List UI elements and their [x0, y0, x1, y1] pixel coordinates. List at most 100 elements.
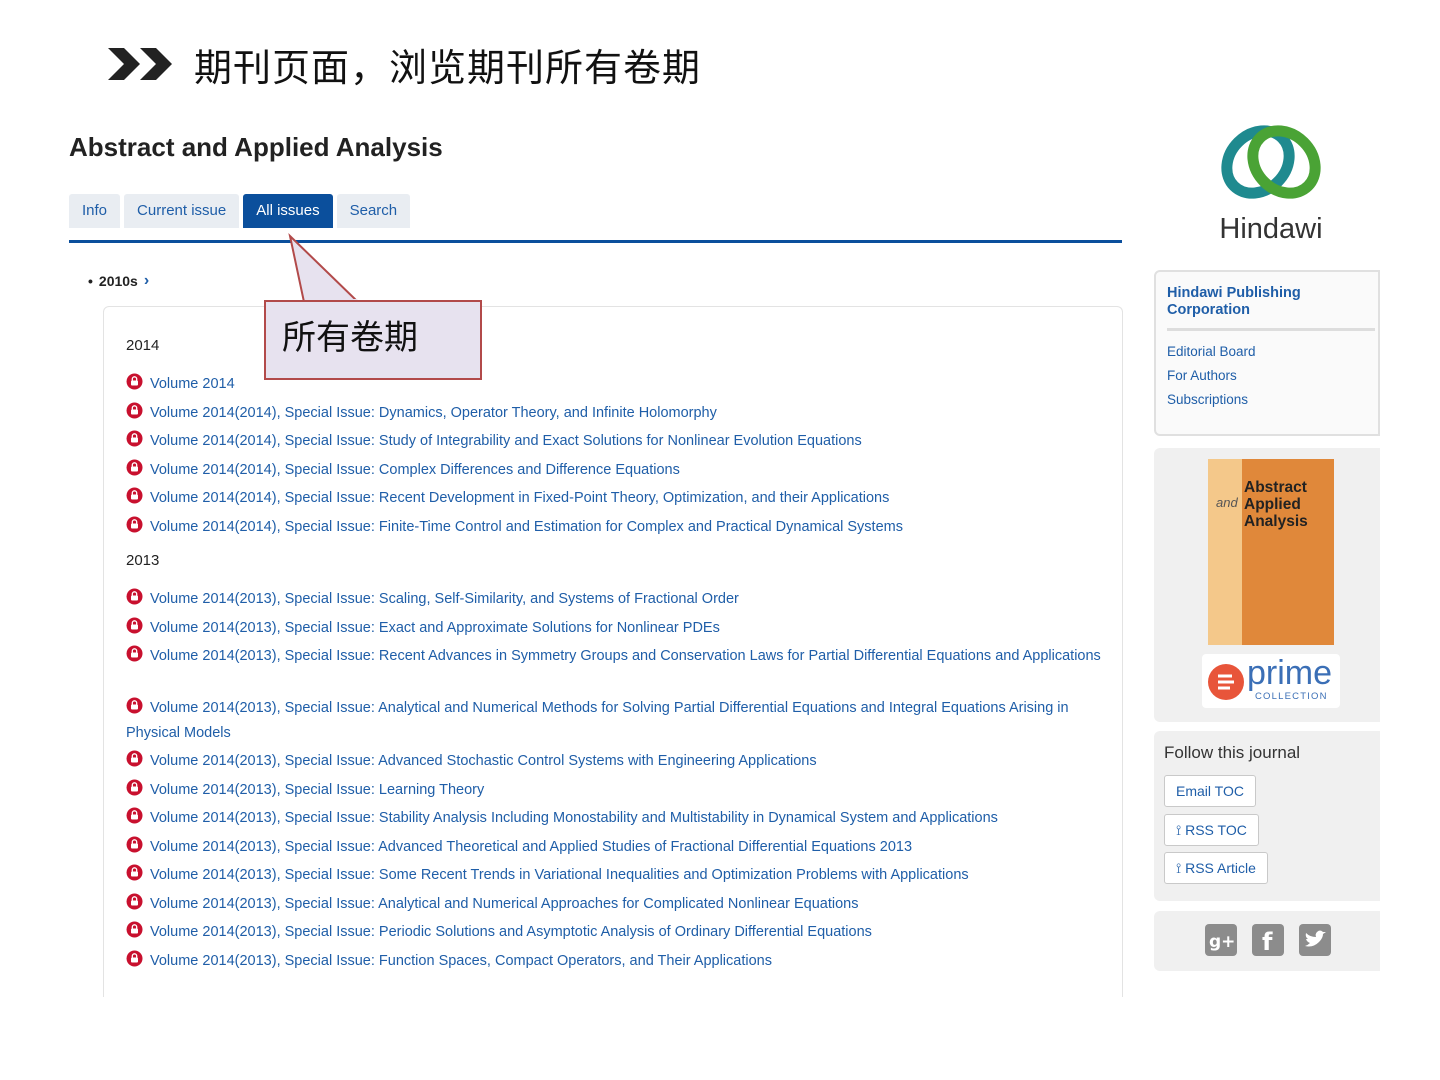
journal-cover-box: and Abstract Applied Analysis prime COLL…	[1154, 448, 1380, 722]
cover-and: and	[1216, 495, 1238, 510]
volume-link[interactable]: Volume 2014	[150, 376, 235, 392]
lock-icon	[126, 588, 143, 605]
tab-search[interactable]: Search	[336, 194, 411, 228]
social-box: g+ f	[1154, 911, 1380, 971]
twitter-icon[interactable]	[1299, 924, 1331, 956]
volume-link[interactable]: Volume 2014(2014), Special Issue: Recent…	[150, 490, 889, 506]
rss-icon: ⟟	[1176, 860, 1186, 876]
facebook-icon[interactable]: f	[1252, 924, 1284, 956]
volume-link[interactable]: Volume 2014(2013), Special Issue: Exact …	[150, 620, 720, 636]
hindawi-wordmark: Hindawi	[1219, 213, 1323, 245]
volume-link[interactable]: Volume 2014(2013), Special Issue: Advanc…	[150, 839, 912, 855]
lock-icon	[126, 645, 143, 662]
lock-icon	[126, 807, 143, 824]
hindawi-logo-icon	[1221, 125, 1321, 199]
volume-list-item: Volume 2014(2014), Special Issue: Study …	[126, 429, 1106, 454]
tab-info[interactable]: Info	[69, 194, 121, 228]
svg-text:g+: g+	[1209, 932, 1235, 952]
cover-title-line2: Applied	[1244, 496, 1301, 513]
google-plus-icon[interactable]: g+	[1205, 924, 1237, 956]
volume-list-item: Volume 2014(2013), Special Issue: Functi…	[126, 949, 1106, 974]
volume-list-item: Volume 2014(2014), Special Issue: Dynami…	[126, 401, 1106, 426]
lock-icon	[126, 893, 143, 910]
lock-icon	[126, 430, 143, 447]
lock-icon	[126, 487, 143, 504]
volume-link[interactable]: Volume 2014(2013), Special Issue: Period…	[150, 924, 872, 940]
cover-title-line3: Analysis	[1244, 513, 1308, 530]
volume-list-item: Volume 2014(2013), Special Issue: Advanc…	[126, 749, 1106, 774]
volume-list-item: Volume 2014(2013), Special Issue: Analyt…	[126, 892, 1106, 917]
follow-title: Follow this journal	[1164, 743, 1301, 762]
for-authors-link[interactable]: For Authors	[1167, 368, 1237, 383]
lock-icon	[126, 516, 143, 533]
email-toc-button[interactable]: Email TOC	[1164, 775, 1256, 807]
tab-current-issue[interactable]: Current issue	[124, 194, 240, 228]
year-heading: 2014	[126, 337, 160, 354]
callout-box: 所有卷期	[264, 300, 482, 380]
lock-icon	[126, 697, 143, 714]
volume-link[interactable]: Volume 2014(2013), Special Issue: Functi…	[150, 953, 772, 969]
prime-word: prime	[1247, 654, 1333, 692]
journal-title: Abstract and Applied Analysis	[69, 132, 443, 162]
volume-list-item: Volume 2014(2013), Special Issue: Period…	[126, 920, 1106, 945]
volume-list-item: Volume 2014(2013), Special Issue: Scalin…	[126, 587, 1106, 612]
tab-all-issues[interactable]: All issues	[243, 194, 333, 228]
volume-link[interactable]: Volume 2014(2013), Special Issue: Stabil…	[150, 810, 998, 826]
volume-link[interactable]: Volume 2014(2013), Special Issue: Some R…	[150, 867, 969, 883]
rss-article-button[interactable]: ⟟ RSS Article	[1164, 852, 1268, 884]
publisher-name[interactable]: Hindawi Publishing Corporation	[1167, 285, 1357, 319]
lock-icon	[126, 617, 143, 634]
publisher-box: Hindawi Publishing Corporation Editorial…	[1154, 270, 1380, 436]
journal-cover-image[interactable]: and Abstract Applied Analysis	[1208, 459, 1334, 645]
divider	[1167, 328, 1375, 331]
editorial-board-link[interactable]: Editorial Board	[1167, 344, 1256, 359]
lock-icon	[126, 373, 143, 390]
lock-icon	[126, 921, 143, 938]
cover-title: Abstract Applied Analysis	[1244, 479, 1308, 530]
volume-link[interactable]: Volume 2014(2013), Special Issue: Recent…	[150, 648, 1101, 664]
tab-divider	[69, 240, 1122, 243]
chevron-right-icon: ›	[143, 272, 150, 289]
cover-stripe	[1208, 459, 1242, 645]
prime-logo-icon	[1208, 664, 1244, 700]
cover-title-line1: Abstract	[1244, 479, 1307, 496]
volume-list-item: Volume 2014(2013), Special Issue: Learni…	[126, 778, 1106, 803]
journal-tabs: Info Current issue All issues Search	[69, 194, 411, 228]
volume-list-item: Volume 2014(2013), Special Issue: Advanc…	[126, 835, 1106, 860]
volume-link[interactable]: Volume 2014(2014), Special Issue: Dynami…	[150, 405, 717, 421]
hindawi-logo[interactable]: Hindawi	[1206, 118, 1336, 246]
volume-link[interactable]: Volume 2014(2014), Special Issue: Study …	[150, 433, 862, 449]
prime-sub: COLLECTION	[1255, 691, 1328, 702]
volume-list-item: Volume 2014(2013), Special Issue: Some R…	[126, 863, 1106, 888]
year-heading: 2013	[126, 552, 160, 569]
rss-toc-button[interactable]: ⟟ RSS TOC	[1164, 814, 1259, 846]
volume-list-item: Volume 2014(2013), Special Issue: Recent…	[126, 644, 1106, 669]
decade-label: 2010s	[98, 273, 138, 289]
subscriptions-link[interactable]: Subscriptions	[1167, 392, 1248, 407]
lock-icon	[126, 750, 143, 767]
volume-link[interactable]: Volume 2014(2013), Special Issue: Analyt…	[126, 700, 1069, 741]
volume-link[interactable]: Volume 2014(2013), Special Issue: Advanc…	[150, 753, 817, 769]
volume-list-item: Volume 2014(2014), Special Issue: Finite…	[126, 515, 1106, 540]
lock-icon	[126, 402, 143, 419]
decade-toggle[interactable]: • 2010s ›	[88, 272, 149, 290]
lock-icon	[126, 779, 143, 796]
slide-title: 期刊页面，浏览期刊所有卷期	[108, 36, 701, 92]
follow-journal-box: Follow this journal Email TOC ⟟ RSS TOC …	[1154, 731, 1380, 901]
volume-link[interactable]: Volume 2014(2014), Special Issue: Comple…	[150, 462, 680, 478]
rss-toc-label: RSS TOC	[1185, 822, 1247, 838]
prime-collection-badge[interactable]: prime COLLECTION	[1202, 654, 1340, 708]
volume-link[interactable]: Volume 2014(2013), Special Issue: Learni…	[150, 782, 484, 798]
volume-link[interactable]: Volume 2014(2013), Special Issue: Scalin…	[150, 591, 739, 607]
rss-article-label: RSS Article	[1185, 860, 1256, 876]
volume-list-item: Volume 2014(2013), Special Issue: Analyt…	[126, 696, 1106, 746]
volume-list-item: Volume 2014(2014), Special Issue: Comple…	[126, 458, 1106, 483]
volume-list-item: Volume 2014(2013), Special Issue: Stabil…	[126, 806, 1106, 831]
volume-list-item: Volume 2014(2014), Special Issue: Recent…	[126, 486, 1106, 511]
email-toc-label: Email TOC	[1176, 783, 1244, 799]
slide-title-text: 期刊页面，浏览期刊所有卷期	[194, 45, 702, 90]
lock-icon	[126, 836, 143, 853]
bullet: •	[88, 273, 93, 289]
volume-link[interactable]: Volume 2014(2013), Special Issue: Analyt…	[150, 896, 859, 912]
volume-link[interactable]: Volume 2014(2014), Special Issue: Finite…	[150, 519, 903, 535]
